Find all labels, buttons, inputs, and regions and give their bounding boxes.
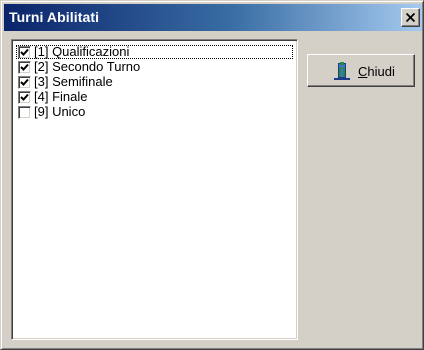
list-item[interactable]: [1] Qualificazioni: [16, 45, 293, 60]
checkbox[interactable]: [18, 91, 31, 104]
check-icon: [20, 78, 29, 86]
check-icon: [20, 48, 29, 56]
list-item[interactable]: [3] Semifinale: [16, 75, 293, 90]
door-exit-icon: [334, 62, 350, 80]
close-button[interactable]: [401, 8, 420, 27]
list-item[interactable]: [4] Finale: [16, 90, 293, 105]
accelerator-key: C: [358, 64, 368, 79]
check-icon: [20, 63, 29, 71]
close-x-icon: [406, 13, 415, 22]
checkbox[interactable]: [18, 46, 31, 59]
list-item[interactable]: [9] Unico: [16, 105, 293, 120]
list-item-label: [2] Secondo Turno: [34, 59, 141, 74]
chiudi-label-rest: hiudi: [367, 64, 395, 79]
chiudi-button-label: Chiudi: [358, 64, 395, 79]
checklist-items: [1] Qualificazioni [2] Secondo Turno [3]…: [16, 45, 293, 120]
chiudi-button[interactable]: Chiudi: [307, 54, 415, 87]
title-bar[interactable]: Turni Abilitati: [4, 4, 422, 31]
window-title: Turni Abilitati: [9, 9, 100, 25]
list-item-label: [9] Unico: [34, 104, 86, 119]
checkbox[interactable]: [18, 106, 31, 119]
checkbox[interactable]: [18, 76, 31, 89]
list-item-label: [3] Semifinale: [34, 74, 113, 89]
list-item-label: [1] Qualificazioni: [34, 44, 130, 59]
check-icon: [20, 93, 29, 101]
checkbox[interactable]: [18, 61, 31, 74]
rounds-checklist[interactable]: [1] Qualificazioni [2] Secondo Turno [3]…: [11, 39, 298, 340]
list-item-label: [4] Finale: [34, 89, 88, 104]
dialog-window: Turni Abilitati [1] Qualificazioni [2] S…: [0, 0, 424, 350]
list-item[interactable]: [2] Secondo Turno: [16, 60, 293, 75]
